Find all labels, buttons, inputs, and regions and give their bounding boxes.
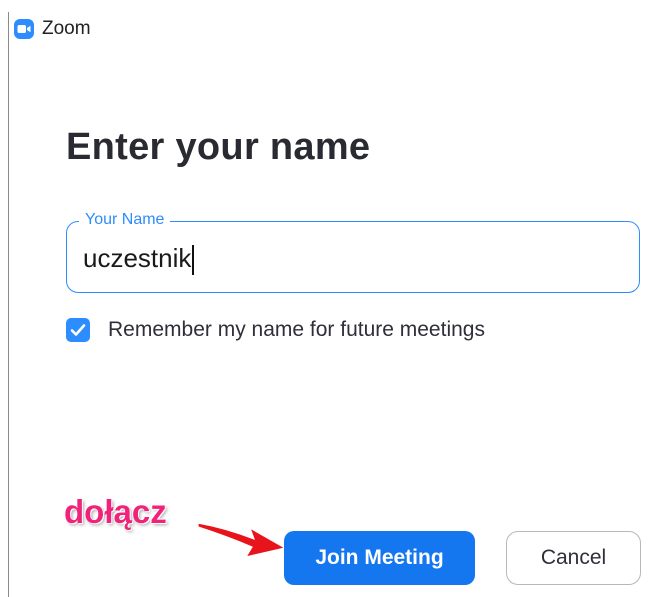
cancel-button[interactable]: Cancel xyxy=(506,531,641,585)
text-caret xyxy=(192,245,195,276)
annotation-join-hint: dołącz xyxy=(64,493,167,530)
zoom-window: Zoom Enter your name Your Name uczestnik… xyxy=(0,0,654,597)
window-left-border xyxy=(8,12,9,597)
remember-name-row[interactable]: Remember my name for future meetings xyxy=(66,318,485,342)
zoom-camera-icon xyxy=(14,19,34,39)
your-name-label: Your Name xyxy=(79,210,171,230)
page-title: Enter your name xyxy=(66,126,371,168)
join-meeting-button[interactable]: Join Meeting xyxy=(284,531,475,585)
remember-name-label: Remember my name for future meetings xyxy=(108,318,485,341)
your-name-input[interactable]: uczestnik xyxy=(83,242,195,276)
window-title: Zoom xyxy=(42,18,91,39)
your-name-value: uczestnik xyxy=(83,243,192,273)
title-bar: Zoom xyxy=(14,16,91,42)
remember-name-checkbox[interactable] xyxy=(66,318,90,342)
your-name-field[interactable]: Your Name uczestnik xyxy=(66,210,640,293)
annotation-arrow-icon xyxy=(197,522,287,558)
checkmark-icon xyxy=(70,324,86,336)
